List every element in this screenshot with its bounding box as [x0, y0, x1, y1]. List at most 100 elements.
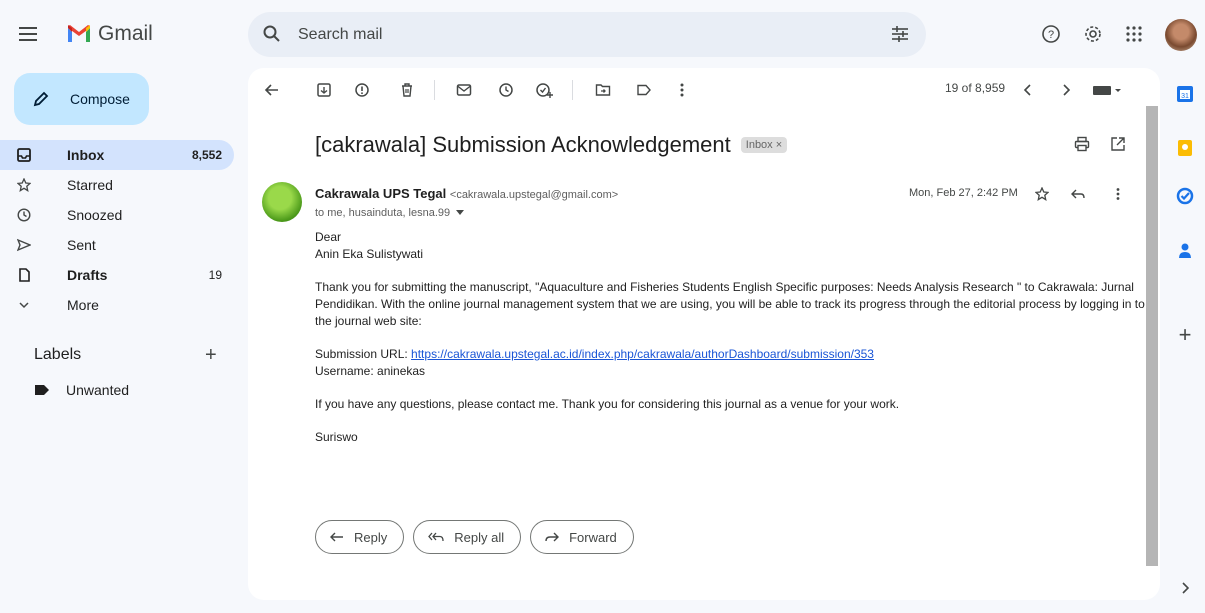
chevron-right-icon [1182, 582, 1189, 594]
sidebar-item-snoozed[interactable]: Snoozed [0, 200, 234, 230]
folder-move-icon [595, 84, 611, 96]
message-body: Dear Anin Eka Sulistywati Thank you for s… [315, 229, 1145, 462]
mail-icon [456, 84, 472, 96]
message-date: Mon, Feb 27, 2:42 PM [909, 187, 1018, 199]
recipient-name: Anin Eka Sulistywati [315, 247, 424, 261]
unread-count: 8,552 [191, 148, 222, 162]
back-button[interactable] [262, 80, 282, 100]
settings-button[interactable] [1081, 22, 1105, 46]
labels-button[interactable] [634, 80, 654, 100]
search-icon[interactable] [262, 24, 282, 44]
add-to-tasks-button[interactable] [535, 80, 555, 100]
sender-avatar[interactable] [262, 182, 302, 222]
snooze-button[interactable] [496, 80, 516, 100]
clock-icon [16, 207, 32, 223]
reply-icon [1071, 189, 1085, 199]
sidebar-item-label: Drafts [67, 267, 108, 283]
sidebar-item-more[interactable]: More [0, 290, 234, 320]
svg-text:31: 31 [1181, 93, 1189, 100]
more-vert-icon [680, 83, 684, 97]
forward-button[interactable]: Forward [530, 520, 634, 554]
reply-all-button[interactable]: Reply all [413, 520, 522, 554]
submission-url-link[interactable]: https://cakrawala.upstegal.ac.id/index.p… [411, 347, 874, 361]
sidebar-item-inbox[interactable]: Inbox 8,552 [0, 140, 234, 170]
search-options-icon[interactable] [890, 24, 910, 44]
chevron-left-icon [1023, 84, 1031, 96]
label-item-unwanted[interactable]: Unwanted [34, 382, 129, 398]
sidebar-item-label: Inbox [67, 147, 105, 163]
signature: Suriswo [315, 430, 358, 444]
tasks-app-button[interactable] [1175, 186, 1195, 206]
sidebar-item-starred[interactable]: Starred [0, 170, 234, 200]
hamburger-icon [19, 27, 37, 41]
sidebar-item-label: Snoozed [67, 207, 123, 223]
older-button[interactable] [1056, 80, 1076, 100]
archive-button[interactable] [314, 80, 334, 100]
clock-icon [499, 83, 513, 97]
sidebar-item-label: Starred [67, 177, 113, 193]
forward-label: Forward [569, 529, 617, 545]
submission-url-label: Submission URL: [315, 347, 412, 361]
recipients-line[interactable]: to me, husainduta, lesna.99 [315, 207, 465, 219]
support-button[interactable]: ? [1039, 22, 1063, 46]
body-paragraph: If you have any questions, please contac… [315, 397, 900, 411]
sidebar-item-label: More [67, 297, 99, 313]
mark-unread-button[interactable] [454, 80, 474, 100]
sender-email: <cakrawala.upstegal@gmail.com> [449, 189, 619, 201]
open-new-window-button[interactable] [1108, 134, 1128, 154]
subject-text: [cakrawala] Submission Acknowledgement [315, 132, 731, 157]
sidebar-item-drafts[interactable]: Drafts 19 [0, 260, 234, 290]
forward-icon [545, 532, 560, 542]
message-scrollbar[interactable] [1146, 106, 1158, 566]
archive-icon [317, 83, 331, 97]
message-panel: 19 of 8,959 [cakrawala] Submission Ackno… [248, 68, 1160, 600]
sidebar-item-sent[interactable]: Sent [0, 230, 234, 260]
search-input[interactable] [298, 22, 858, 48]
inbox-label-badge[interactable]: Inbox × [740, 137, 788, 153]
toolbar-divider [572, 80, 573, 100]
compose-button[interactable]: Compose [14, 73, 149, 125]
keep-app-button[interactable] [1175, 138, 1195, 158]
main-menu-button[interactable] [12, 18, 44, 50]
search-bar [248, 12, 926, 57]
sidebar-item-label: Sent [67, 237, 96, 253]
get-add-ons-button[interactable]: + [1175, 322, 1195, 347]
delete-button[interactable] [397, 80, 417, 100]
pencil-icon [33, 91, 49, 107]
apps-grid-icon [1126, 26, 1142, 42]
label-tag-icon [35, 385, 49, 395]
create-label-button[interactable]: + [205, 344, 217, 367]
account-avatar[interactable] [1165, 19, 1197, 51]
pagination-text: 19 of 8,959 [945, 81, 1006, 95]
email-subject: [cakrawala] Submission Acknowledgement I… [315, 132, 788, 158]
show-side-panel-button[interactable] [1175, 578, 1195, 598]
google-apps-button[interactable] [1122, 22, 1146, 46]
keep-icon [1178, 140, 1192, 156]
sidebar-nav: Inbox 8,552 Starred Snoozed Sent Drafts … [0, 140, 234, 320]
calendar-icon: 31 [1177, 86, 1193, 102]
report-spam-button[interactable] [352, 80, 372, 100]
contacts-icon [1179, 243, 1191, 258]
reply-button[interactable]: Reply [315, 520, 405, 554]
message-more-button[interactable] [1108, 184, 1128, 204]
toolbar-divider [434, 80, 435, 100]
gmail-logo[interactable]: Gmail [66, 22, 153, 46]
move-to-button[interactable] [593, 80, 613, 100]
more-actions-button[interactable] [672, 80, 692, 100]
tasks-icon [1176, 187, 1194, 205]
inbox-icon [16, 147, 32, 163]
calendar-app-button[interactable]: 31 [1175, 84, 1195, 104]
sender-name[interactable]: Cakrawala UPS Tegal [315, 186, 446, 201]
arrow-back-icon [264, 84, 278, 96]
keyboard-icon [1093, 86, 1121, 95]
svg-text:?: ? [1048, 29, 1054, 41]
print-button[interactable] [1072, 134, 1092, 154]
input-tools-button[interactable] [1090, 80, 1124, 100]
reply-icon-button[interactable] [1068, 184, 1088, 204]
newer-button[interactable] [1018, 80, 1038, 100]
star-button[interactable] [1032, 184, 1052, 204]
trash-icon [402, 83, 412, 97]
recipients-text: to me, husainduta, lesna.99 [315, 207, 451, 219]
contacts-app-button[interactable] [1175, 241, 1195, 261]
help-icon: ? [1042, 25, 1060, 43]
